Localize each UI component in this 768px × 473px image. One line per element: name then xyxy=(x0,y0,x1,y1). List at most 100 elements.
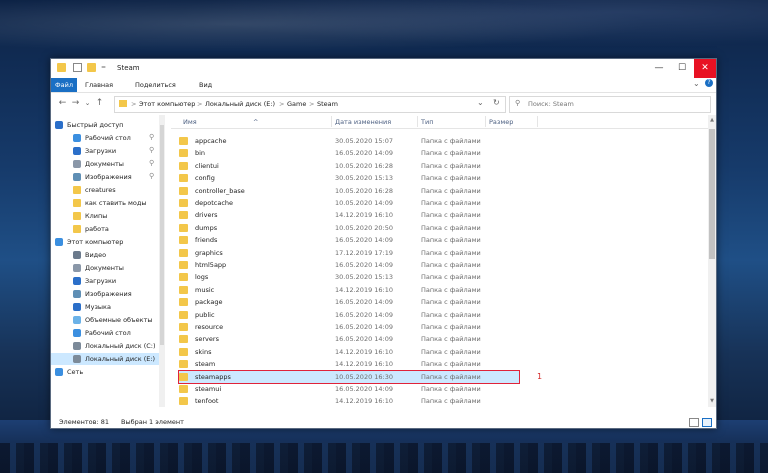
sidebar-item[interactable]: как ставить моды xyxy=(51,197,159,209)
minimize-button[interactable]: — xyxy=(648,59,670,78)
search-box[interactable]: ⚲ Поиск: Steam xyxy=(509,96,711,113)
table-row[interactable]: appcache 30.05.2020 15:07 Папка с файлами xyxy=(179,135,519,147)
folder-icon xyxy=(119,100,127,107)
table-row[interactable]: graphics 17.12.2019 17:19 Папка с файлами xyxy=(179,247,519,259)
breadcrumb-steam[interactable]: Steam xyxy=(317,100,338,108)
table-row[interactable]: config 30.05.2020 15:13 Папка с файлами xyxy=(179,172,519,184)
table-row[interactable]: skins 14.12.2019 16:10 Папка с файлами xyxy=(179,346,519,358)
column-date[interactable]: Дата изменения xyxy=(335,118,391,126)
scroll-down-icon[interactable]: ▼ xyxy=(708,398,716,404)
breadcrumb-game[interactable]: Game xyxy=(287,100,306,108)
table-row[interactable]: drivers 14.12.2019 16:10 Папка с файлами xyxy=(179,209,519,221)
table-row[interactable]: html5app 16.05.2020 14:09 Папка с файлами xyxy=(179,259,519,271)
sidebar-item[interactable]: creatures xyxy=(51,184,159,196)
file-date: 17.12.2019 17:19 xyxy=(335,248,394,257)
close-button[interactable]: ✕ xyxy=(694,59,716,78)
forward-button[interactable]: → xyxy=(70,98,81,109)
tab-home[interactable]: Главная xyxy=(85,81,113,89)
table-row[interactable]: logs 30.05.2020 15:13 Папка с файлами xyxy=(179,271,519,283)
tab-share[interactable]: Поделиться xyxy=(135,81,176,89)
address-bar[interactable]: > Этот компьютер > Локальный диск (E:) >… xyxy=(114,96,506,113)
table-row[interactable]: depotcache 10.05.2020 14:09 Папка с файлам… xyxy=(179,197,519,209)
table-row[interactable]: bin 16.05.2020 14:09 Папка с файлами xyxy=(179,147,519,159)
table-row[interactable]: steam 14.12.2019 16:10 Папка с файлами xyxy=(179,358,519,370)
sidebar-item[interactable]: Документы xyxy=(51,262,159,274)
file-list-scrollbar[interactable]: ▲ ▼ xyxy=(708,115,716,407)
drive-icon xyxy=(73,342,81,350)
folder-icon xyxy=(73,225,81,233)
address-dropdown-icon[interactable]: ⌄ xyxy=(477,98,484,107)
navigation-scrollbar[interactable] xyxy=(159,115,165,407)
column-divider[interactable] xyxy=(417,116,418,127)
details-view-icon[interactable] xyxy=(689,418,699,427)
breadcrumb-drive-e[interactable]: Локальный диск (E:) xyxy=(205,100,275,108)
help-icon[interactable]: ? xyxy=(705,79,713,87)
tab-file[interactable]: Файл xyxy=(51,78,77,92)
folder-icon xyxy=(179,310,188,319)
table-row[interactable]: package 16.05.2020 14:09 Папка с файлами xyxy=(179,296,519,308)
up-button[interactable]: ↑ xyxy=(94,98,105,109)
navigation-scrollbar-thumb[interactable] xyxy=(160,125,164,345)
table-row[interactable]: servers 16.05.2020 14:09 Папка с файлами xyxy=(179,333,519,345)
sidebar-item[interactable]: Локальный диск (E:) xyxy=(51,353,159,365)
recent-locations-button[interactable]: ⌄ xyxy=(82,98,93,109)
table-row[interactable]: clientui 10.05.2020 16:28 Папка с файлами xyxy=(179,160,519,172)
tab-view[interactable]: Вид xyxy=(199,81,212,89)
sidebar-item[interactable]: Видео xyxy=(51,249,159,261)
download-icon xyxy=(73,147,81,155)
sidebar-item[interactable]: Локальный диск (C:) xyxy=(51,340,159,352)
back-button[interactable]: ← xyxy=(57,98,68,109)
breadcrumb-this-pc[interactable]: Этот компьютер xyxy=(139,100,195,108)
sidebar-item[interactable]: Клипы xyxy=(51,210,159,222)
sidebar-item[interactable]: Быстрый доступ xyxy=(51,119,159,131)
sidebar-item[interactable]: Объемные объекты xyxy=(51,314,159,326)
sidebar-item-label: Этот компьютер xyxy=(67,238,124,246)
new-folder-icon[interactable] xyxy=(87,63,96,72)
sidebar-item[interactable]: Рабочий стол xyxy=(51,327,159,339)
item-count: Элементов: 81 xyxy=(59,418,109,426)
sidebar-item-label: Локальный диск (C:) xyxy=(85,342,156,350)
sidebar-item[interactable]: Этот компьютер xyxy=(51,236,159,248)
column-divider[interactable] xyxy=(537,116,538,127)
file-list-scrollbar-thumb[interactable] xyxy=(709,129,715,259)
sidebar-item[interactable]: Рабочий стол ⚲ xyxy=(51,132,159,144)
file-type: Папка с файлами xyxy=(421,310,481,319)
sidebar-item-label: Сеть xyxy=(67,368,84,376)
column-type[interactable]: Тип xyxy=(421,118,433,126)
file-date: 30.05.2020 15:13 xyxy=(335,174,394,183)
sidebar-item[interactable]: Музыка xyxy=(51,301,159,313)
folder-icon xyxy=(179,174,188,183)
sidebar-item[interactable]: Загрузки xyxy=(51,275,159,287)
customize-quick-access-icon[interactable]: = xyxy=(101,64,110,73)
maximize-button[interactable]: ☐ xyxy=(671,59,693,78)
sidebar-item[interactable]: Изображения ⚲ xyxy=(51,171,159,183)
expand-ribbon-icon[interactable]: ⌄ xyxy=(693,79,700,88)
table-row[interactable]: steamui 16.05.2020 14:09 Папка с файлами xyxy=(179,383,519,395)
sidebar-item[interactable]: Загрузки ⚲ xyxy=(51,145,159,157)
large-icons-view-icon[interactable] xyxy=(702,418,712,427)
refresh-icon[interactable]: ↻ xyxy=(493,98,500,107)
table-row[interactable]: friends 16.05.2020 14:09 Папка с файлами xyxy=(179,234,519,246)
sidebar-item[interactable]: Сеть xyxy=(51,366,159,378)
table-row[interactable]: dumps 10.05.2020 20:50 Папка с файлами xyxy=(179,222,519,234)
search-input[interactable]: Поиск: Steam xyxy=(528,100,574,108)
title-bar[interactable]: = Steam — ☐ ✕ xyxy=(51,59,716,78)
folder-icon xyxy=(73,199,81,207)
download-icon xyxy=(73,277,81,285)
table-row[interactable]: public 16.05.2020 14:09 Папка с файлами xyxy=(179,309,519,321)
table-row[interactable]: resource 16.05.2020 14:09 Папка с файлами xyxy=(179,321,519,333)
table-row[interactable]: controller_base 10.05.2020 16:28 Папка с ф… xyxy=(179,185,519,197)
properties-icon[interactable] xyxy=(73,63,82,72)
sidebar-item[interactable]: Документы ⚲ xyxy=(51,158,159,170)
column-divider[interactable] xyxy=(485,116,486,127)
scroll-up-icon[interactable]: ▲ xyxy=(708,117,716,123)
table-row[interactable]: music 14.12.2019 16:10 Папка с файлами xyxy=(179,284,519,296)
sidebar-item[interactable]: Изображения xyxy=(51,288,159,300)
column-name[interactable]: Имя xyxy=(183,118,197,126)
column-divider[interactable] xyxy=(331,116,332,127)
sidebar-item[interactable]: работа xyxy=(51,223,159,235)
table-row[interactable]: tenfoot 14.12.2019 16:10 Папка с файлами xyxy=(179,395,519,407)
file-type: Папка с файлами xyxy=(421,186,481,195)
column-size[interactable]: Размер xyxy=(489,118,513,126)
table-row[interactable]: steamapps 10.05.2020 16:30 Папка с файлами xyxy=(178,369,520,384)
